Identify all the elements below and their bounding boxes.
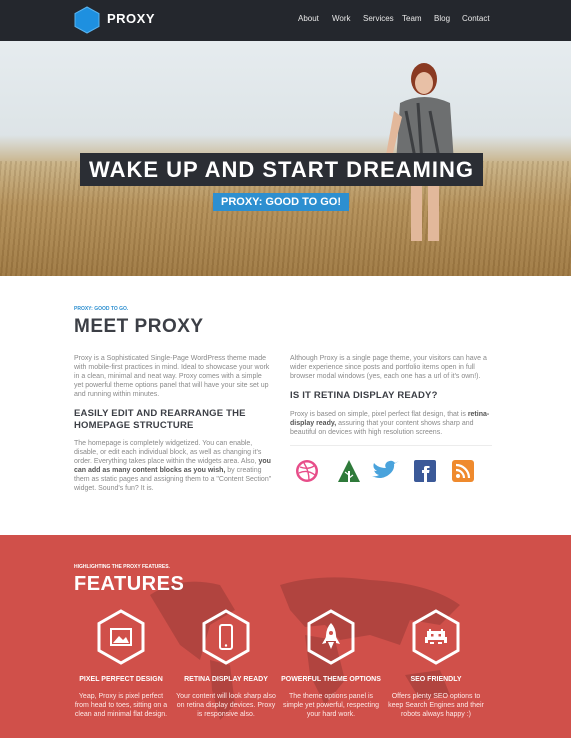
features-section: HIGHLIGHTING THE PROXY FEATURES. FEATURE… bbox=[0, 535, 571, 738]
phone-icon bbox=[202, 609, 250, 665]
hero-subtitle-badge: PROXY: GOOD TO GO! bbox=[213, 193, 349, 211]
feature-card-seo: SEO FRIENDLY Offers plenty SEO options t… bbox=[386, 609, 486, 719]
twitter-icon[interactable] bbox=[370, 458, 402, 484]
nav-item-about[interactable]: About bbox=[298, 14, 319, 23]
edit-text: The homepage is completely widgetized. Y… bbox=[74, 440, 272, 492]
meet-title: MEET PROXY bbox=[74, 316, 204, 337]
feature-name: RETINA DISPLAY READY bbox=[184, 676, 268, 683]
feature-name: POWERFUL THEME OPTIONS bbox=[281, 676, 381, 683]
feature-card-theme-options: POWERFUL THEME OPTIONS The theme options… bbox=[281, 609, 381, 719]
forrst-icon[interactable] bbox=[336, 458, 362, 484]
dribbble-icon[interactable] bbox=[294, 458, 320, 484]
retina-heading: IS IT RETINA DISPLAY READY? bbox=[290, 390, 438, 401]
invader-icon bbox=[412, 609, 460, 665]
rss-icon[interactable] bbox=[450, 458, 476, 484]
features-title: FEATURES bbox=[74, 573, 185, 595]
logo-hexagon-icon[interactable] bbox=[74, 6, 100, 34]
top-navbar: PROXY About Work Services Team Blog Cont… bbox=[0, 0, 571, 41]
nav-item-work[interactable]: Work bbox=[332, 14, 351, 23]
nav-item-contact[interactable]: Contact bbox=[462, 14, 490, 23]
rocket-icon bbox=[307, 609, 355, 665]
right-intro: Although Proxy is a single page theme, y… bbox=[290, 355, 487, 380]
hero-slider: WAKE UP AND START DREAMING PROXY: GOOD T… bbox=[0, 41, 571, 276]
feature-text: Yeap, Proxy is pixel perfect from head t… bbox=[74, 693, 168, 718]
feature-card-pixel-perfect: PIXEL PERFECT DESIGN Yeap, Proxy is pixe… bbox=[71, 609, 171, 719]
meet-intro: Proxy is a Sophisticated Single-Page Wor… bbox=[74, 355, 270, 398]
social-icons-row bbox=[290, 445, 492, 491]
retina-text: Proxy is based on simple, pixel perfect … bbox=[290, 411, 490, 436]
meet-kicker: PROXY: GOOD TO GO. bbox=[74, 306, 129, 312]
facebook-icon[interactable] bbox=[412, 458, 438, 484]
feature-text: Offers plenty SEO options to keep Search… bbox=[388, 693, 484, 718]
feature-text: Your content will look sharp also on ret… bbox=[176, 693, 276, 718]
features-kicker: HIGHLIGHTING THE PROXY FEATURES. bbox=[74, 564, 170, 570]
hero-title: WAKE UP AND START DREAMING bbox=[80, 153, 483, 186]
feature-card-retina: RETINA DISPLAY READY Your content will l… bbox=[176, 609, 276, 719]
nav-item-services[interactable]: Services bbox=[363, 14, 394, 23]
nav-item-blog[interactable]: Blog bbox=[434, 14, 450, 23]
feature-name: SEO FRIENDLY bbox=[410, 676, 462, 683]
nav-item-team[interactable]: Team bbox=[402, 14, 422, 23]
image-icon bbox=[97, 609, 145, 665]
brand-name[interactable]: PROXY bbox=[107, 11, 155, 26]
edit-heading: EASILY EDIT AND REARRANGE THE HOMEPAGE S… bbox=[74, 408, 246, 431]
feature-name: PIXEL PERFECT DESIGN bbox=[79, 676, 163, 683]
feature-text: The theme options panel is simple yet po… bbox=[282, 693, 380, 718]
